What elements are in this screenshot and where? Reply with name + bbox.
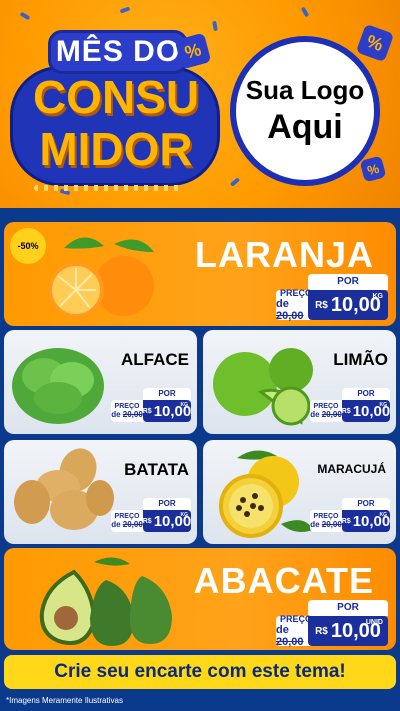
unit-label: UNID: [365, 619, 383, 626]
por-label: POR: [143, 388, 191, 400]
unit-label: KG: [379, 512, 388, 518]
product-name: LIMÃO: [333, 350, 388, 369]
price-tag: POR PREÇO de 20,00 R$ 10,00 KG: [310, 498, 390, 536]
preco-label: PREÇO: [313, 403, 339, 410]
header-banner: MÊS DO CONSU MIDOR % % % Sua Logo Aqui: [0, 0, 400, 208]
old-price-value: 20,00: [276, 310, 304, 322]
currency: R$: [142, 407, 152, 415]
preco-label: PREÇO: [313, 513, 339, 520]
por-label: POR: [342, 498, 390, 510]
product-card-maracuja[interactable]: MARACUJÁ POR PREÇO de 20,00 R$ 10,00 KG: [203, 440, 396, 544]
product-card-batata[interactable]: BATATA POR PREÇO de 20,00 R$ 10,00 KG: [4, 440, 197, 544]
product-name: MARACUJÁ: [317, 462, 386, 476]
por-label: POR: [143, 498, 191, 510]
title-line-1: CONSU: [32, 71, 200, 123]
product-card-alface[interactable]: ALFACE POR PREÇO de 20,00 R$ 10,00 KG: [4, 330, 197, 434]
product-name: ALFACE: [121, 350, 189, 369]
price-tag: POR PREÇO de 20,00 R$ 10,00 KG: [276, 274, 388, 324]
price-tag: POR PREÇO de 20,00 R$ 10,00 UNID: [276, 600, 388, 650]
logo-text-line-2: Aqui: [267, 108, 343, 146]
confetti: [19, 11, 31, 21]
lime-icon: [213, 348, 313, 426]
lettuce-icon: [12, 348, 104, 424]
title-top: MÊS DO: [48, 30, 188, 74]
old-price: de 20,00: [111, 520, 143, 529]
price-tag: POR PREÇO de 20,00 R$ 10,00 KG: [310, 388, 390, 426]
old-price-prefix: de: [276, 624, 289, 636]
product-name: BATATA: [124, 460, 189, 479]
footnote: *Imagens Meramente Ilustrativas: [6, 696, 123, 705]
old-price-prefix: de: [310, 520, 320, 529]
old-price-prefix: de: [276, 298, 289, 310]
title-lights: [34, 185, 184, 191]
old-price-value: 20,00: [122, 520, 143, 529]
old-price-value: 20,00: [276, 636, 304, 648]
product-name: ABACATE: [193, 560, 374, 601]
discount-badge: -50%: [10, 228, 46, 264]
old-price: de 20,00: [310, 410, 342, 419]
por-label: POR: [342, 388, 390, 400]
product-card-laranja[interactable]: -50% LARANJA POR PREÇO de 20,00 R$ 10,00…: [4, 222, 396, 326]
por-label: POR: [308, 274, 388, 290]
confetti: [119, 6, 131, 14]
confetti: [212, 20, 218, 32]
passion-fruit-icon: [219, 450, 313, 538]
product-name: LARANJA: [194, 234, 374, 275]
old-price-value: 20,00: [321, 410, 342, 419]
preco-label: PREÇO: [114, 403, 140, 410]
currency: R$: [315, 625, 328, 637]
currency: R$: [341, 407, 351, 415]
old-price-prefix: de: [310, 410, 320, 419]
percent-badge-icon: %: [355, 23, 395, 63]
logo-placeholder[interactable]: Sua Logo Aqui: [230, 36, 380, 186]
old-price-box: PREÇO de 20,00: [111, 510, 143, 532]
old-price-value: 20,00: [321, 520, 342, 529]
old-price-box: PREÇO de 20,00: [310, 400, 342, 422]
unit-label: KG: [180, 512, 189, 518]
currency: R$: [142, 517, 152, 525]
avocado-icon: [39, 557, 172, 646]
orange-fruit-icon: [48, 237, 154, 318]
preco-label: PREÇO: [114, 513, 140, 520]
unit-label: KG: [372, 293, 384, 300]
cta-banner[interactable]: Crie seu encarte com este tema!: [4, 655, 396, 689]
old-price-prefix: de: [111, 410, 121, 419]
title-line-2: MIDOR: [39, 123, 193, 175]
potato-icon: [14, 448, 114, 530]
product-card-abacate[interactable]: ABACATE POR PREÇO de 20,00 R$ 10,00 UNID: [4, 548, 396, 650]
price-tag: POR PREÇO de 20,00 R$ 10,00 KG: [111, 388, 191, 426]
confetti: [300, 6, 310, 18]
old-price-box: PREÇO de 20,00: [111, 400, 143, 422]
currency: R$: [315, 299, 328, 311]
currency: R$: [341, 517, 351, 525]
product-card-limao[interactable]: LIMÃO POR PREÇO de 20,00 R$ 10,00 KG: [203, 330, 396, 434]
old-price: de 20,00: [111, 410, 143, 419]
old-price-box: PREÇO de 20,00: [310, 510, 342, 532]
old-price: de 20,00: [310, 520, 342, 529]
percent-badge-icon: %: [359, 155, 387, 183]
old-price-prefix: de: [111, 520, 121, 529]
unit-label: KG: [379, 402, 388, 408]
old-price-value: 20,00: [122, 410, 143, 419]
por-label: POR: [308, 600, 388, 616]
unit-label: KG: [180, 402, 189, 408]
confetti: [229, 177, 241, 187]
price-tag: POR PREÇO de 20,00 R$ 10,00 KG: [111, 498, 191, 536]
logo-text-line-1: Sua Logo: [245, 75, 365, 105]
